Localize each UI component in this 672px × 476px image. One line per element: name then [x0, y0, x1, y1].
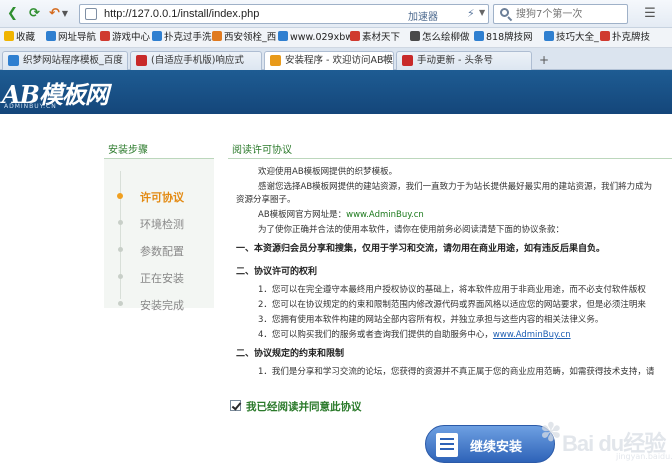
page-icon [278, 31, 288, 41]
continue-install-label: 继续安装 [470, 440, 523, 455]
page-icon [474, 31, 484, 41]
bookmark-item[interactable]: 网址导航 [46, 31, 96, 45]
license-agreement-panel: 阅读许可协议 欢迎使用AB模板网提供的织梦模板。 感谢您选择AB模板网提供的建站… [228, 138, 672, 380]
bookmark-item[interactable]: www.029xbw [278, 31, 353, 45]
continue-install-button[interactable]: 继续安装 [425, 425, 555, 463]
heart-icon [600, 31, 610, 41]
agree-checkbox-label[interactable]: 我已经阅读并同意此协议 [246, 399, 362, 414]
step-parameter-config: 参数配置 [104, 241, 214, 259]
address-bar[interactable]: http://127.0.0.1/install/index.php 加速器 ⚡… [79, 4, 489, 24]
step-license: 许可协议 [104, 187, 214, 205]
page-icon [544, 31, 554, 41]
page-icon [136, 55, 147, 66]
step-dot-icon [117, 193, 123, 199]
steps-list: 许可协议 环境检测 参数配置 正在安装 安装完成 [104, 159, 214, 312]
agreement-heading: 一、本资源归会员分享和搜集，仅用于学习和交流，请勿用在商业用途，如有违反后果自负… [236, 244, 606, 254]
service-center-link[interactable]: www.AdminBuy.cn [493, 330, 571, 340]
tab-strip: 织梦网站程序模板_百度 (自适应手机版)响应式 安装程序 - 欢迎访问AB模 ✕ … [0, 48, 672, 71]
menu-icon[interactable]: ☰ [636, 5, 664, 22]
close-icon[interactable]: ✕ [381, 52, 389, 69]
page-icon [270, 55, 281, 66]
bookmarks-bar: 收藏 网址导航 游戏中心 扑克过手洗 西安领栓_西 www.029xbw 素材天… [0, 28, 672, 48]
back-icon[interactable]: ❮ [4, 5, 21, 22]
agreement-list-item: 1．您可以在完全遵守本最终用户授权协议的基础上，将本软件应用于非商业用途，而不必… [258, 285, 646, 295]
bookmark-item[interactable]: 扑克牌技 [600, 31, 650, 45]
agreement-list-item: 4．您可以购买我们的服务或者查询我们提供的自助服务中心，www.AdminBuy… [258, 330, 571, 340]
agree-checkbox[interactable] [230, 400, 241, 411]
bookmark-item[interactable]: 收藏 [4, 31, 35, 45]
agreement-list-item: 3．您拥有使用本软件构建的网站全部内容所有权，并独立承担与这些内容的相关法律义务… [258, 315, 604, 325]
step-label: 参数配置 [140, 245, 184, 258]
bookmark-item[interactable]: 西安领栓_西 [212, 31, 276, 45]
agreement-text-scroll[interactable]: 欢迎使用AB模板网提供的织梦模板。 感谢您选择AB模板网提供的建站资源，我们一直… [228, 159, 672, 380]
agreement-paragraph: 为了使你正确并合法的使用本软件，请你在使用前务必阅读清楚下面的协议条款： [258, 225, 565, 235]
chevron-down-icon[interactable]: ▼ [60, 5, 70, 22]
step-installing: 正在安装 [104, 268, 214, 286]
step-label: 环境检测 [140, 218, 184, 231]
search-icon[interactable] [500, 8, 513, 22]
agree-checkbox-row[interactable]: 我已经阅读并同意此协议 [230, 399, 362, 414]
install-steps-panel: 安装步骤 许可协议 环境检测 参数配置 正在安装 安装完成 [104, 138, 214, 312]
url-text[interactable]: http://127.0.0.1/install/index.php [104, 8, 259, 20]
game-icon [100, 31, 110, 41]
globe-icon [46, 31, 56, 41]
browser-tab-active[interactable]: 安装程序 - 欢迎访问AB模 ✕ [264, 51, 394, 71]
bookmark-item[interactable]: 素材天下 [350, 31, 400, 45]
accelerator-button[interactable]: 加速器 [408, 8, 438, 23]
site-header: AB模板网 ADMINBUY.CN [0, 70, 672, 114]
star-icon [4, 31, 14, 41]
agreement-paragraph: 欢迎使用AB模板网提供的织梦模板。 [258, 167, 398, 177]
step-label: 许可协议 [140, 191, 184, 204]
agreement-heading: 二、协议规定的约束和限制 [236, 349, 345, 359]
official-site-link[interactable]: www.AdminBuy.cn [346, 210, 424, 220]
page-icon [85, 8, 97, 20]
page-icon [8, 55, 19, 66]
address-toolbar: ❮ ⟳ ↶ ▼ http://127.0.0.1/install/index.p… [0, 0, 672, 28]
search-box[interactable] [493, 4, 628, 24]
browser-tab[interactable]: (自适应手机版)响应式 [130, 51, 262, 70]
bookmark-item[interactable]: 扑克过手洗 [152, 31, 212, 45]
page-icon [402, 55, 413, 66]
browser-tab[interactable]: 手动更新 - 头条号 [396, 51, 532, 70]
agreement-title: 阅读许可协议 [232, 145, 292, 156]
page-icon [152, 31, 162, 41]
agreement-heading: 二、协议许可的权利 [236, 267, 318, 277]
bolt-icon[interactable]: ⚡ [467, 7, 475, 20]
site-logo-sub: ADMINBUY.CN [4, 103, 57, 110]
step-dot-icon [118, 247, 123, 252]
chevron-down-icon[interactable]: ▼ [479, 8, 485, 17]
page-icon [410, 31, 420, 41]
agreement-list-item: 2．您可以在协议规定的约束和限制范围内修改源代码或界面风格以适应您的网站要求，但… [258, 300, 646, 310]
bookmark-item[interactable]: 怎么绘柳做 [410, 31, 470, 45]
step-dot-icon [118, 301, 123, 306]
agreement-list-item: 1．我们是分享和学习交流的论坛，您获得的资源并不真正属于您的商业应用范畴，如需获… [258, 367, 655, 377]
step-label: 安装完成 [140, 299, 184, 312]
step-complete: 安装完成 [104, 295, 214, 313]
agreement-paragraph: AB模板网官方网址是：www.AdminBuy.cn [258, 210, 424, 220]
bookmark-item[interactable]: 818牌技网 [474, 31, 533, 45]
document-icon [436, 433, 458, 457]
page-icon [350, 31, 360, 41]
step-environment-check: 环境检测 [104, 214, 214, 232]
agreement-paragraph: 资源分享圈子。 [236, 195, 296, 205]
step-dot-icon [118, 274, 123, 279]
refresh-icon[interactable]: ⟳ [26, 5, 43, 22]
watermark-sub: jingyan.baidu.com [616, 452, 672, 461]
steps-title: 安装步骤 [108, 145, 148, 156]
step-label: 正在安装 [140, 272, 184, 285]
step-dot-icon [118, 220, 123, 225]
search-input[interactable] [516, 7, 624, 21]
browser-tab[interactable]: 织梦网站程序模板_百度 [2, 51, 128, 70]
new-tab-button[interactable]: + [535, 53, 553, 68]
agreement-paragraph: 感谢您选择AB模板网提供的建站资源，我们一直致力于为站长提供最好最实用的建站资源… [258, 182, 653, 192]
baidu-watermark: ✽ Bai du经验 jingyan.baidu.com [540, 412, 672, 468]
paw-icon: ✽ [540, 418, 562, 448]
bookmark-item[interactable]: 技巧大全_ [544, 31, 599, 45]
bookmark-item[interactable]: 游戏中心 [100, 31, 150, 45]
page-icon [212, 31, 222, 41]
